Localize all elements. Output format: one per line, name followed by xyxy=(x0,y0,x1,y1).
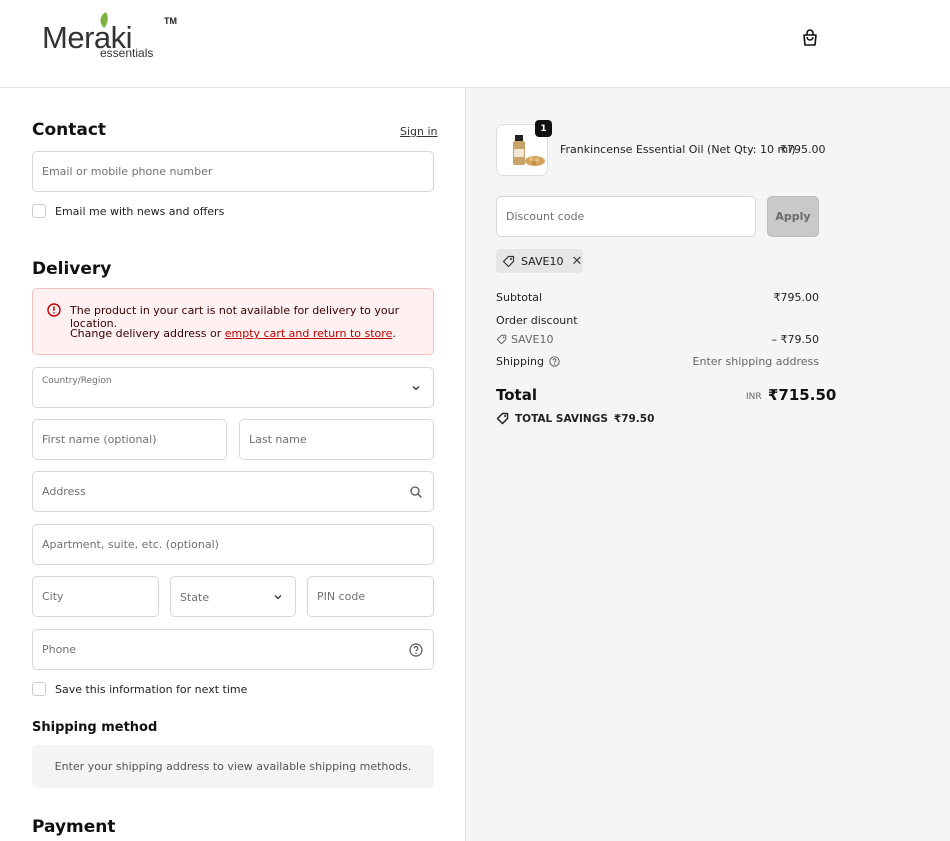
address-field[interactable] xyxy=(32,471,434,512)
apartment-input[interactable] xyxy=(33,525,433,564)
order-discount-label: Order discount xyxy=(496,314,578,327)
save-info-checkbox[interactable] xyxy=(32,682,46,696)
tag-icon xyxy=(496,412,509,425)
tag-icon xyxy=(502,255,515,267)
discount-code-row: SAVE10 xyxy=(496,333,553,346)
total-label: Total xyxy=(496,386,537,404)
applied-discount-code: SAVE10 xyxy=(521,254,564,268)
savings-label: TOTAL SAVINGS xyxy=(515,412,608,425)
discount-code-field[interactable] xyxy=(496,196,756,237)
phone-input[interactable] xyxy=(33,630,433,669)
shipping-row: Shipping xyxy=(496,355,560,368)
pin-code-field[interactable] xyxy=(307,576,434,617)
chevron-down-icon xyxy=(274,594,282,599)
shipping-value: Enter shipping address xyxy=(692,355,819,368)
remove-discount-icon[interactable]: ✕ xyxy=(571,254,582,269)
shopping-bag-icon[interactable] xyxy=(800,28,820,48)
city-field[interactable] xyxy=(32,576,159,617)
subtotal-value: ₹795.00 xyxy=(773,291,820,304)
total-value: ₹715.50 xyxy=(768,386,837,404)
applied-discount-chip: SAVE10 ✕ xyxy=(496,249,583,273)
shipping-method-heading: Shipping method xyxy=(32,720,158,735)
shipping-method-message: Enter your shipping address to view avai… xyxy=(54,760,412,773)
apartment-field[interactable] xyxy=(32,524,434,565)
search-icon xyxy=(410,485,422,498)
state-select[interactable]: State xyxy=(170,576,296,617)
chevron-down-icon xyxy=(412,385,420,390)
contact-heading: Contact xyxy=(32,120,107,140)
quantity-badge: 1 xyxy=(535,120,552,137)
shipping-method-placeholder: Enter your shipping address to view avai… xyxy=(32,745,434,788)
savings-value: ₹79.50 xyxy=(613,412,655,425)
help-icon[interactable] xyxy=(549,356,560,367)
email-input[interactable] xyxy=(33,152,433,191)
city-input[interactable] xyxy=(33,577,158,616)
logo-trademark: TM xyxy=(164,16,177,26)
shipping-label: Shipping xyxy=(496,355,544,368)
discount-code-label: SAVE10 xyxy=(511,333,554,346)
delivery-error-alert: The product in your cart is not availabl… xyxy=(32,288,434,355)
discount-code-input[interactable] xyxy=(497,197,755,236)
subtotal-label: Subtotal xyxy=(496,291,543,304)
alert-body: Change delivery address or empty cart an… xyxy=(70,327,396,340)
last-name-field[interactable] xyxy=(239,419,434,460)
total-savings: TOTAL SAVINGS ₹79.50 xyxy=(496,412,654,425)
first-name-input[interactable] xyxy=(33,420,226,459)
news-opt-in[interactable]: Email me with news and offers xyxy=(32,204,224,218)
pin-code-input[interactable] xyxy=(308,577,433,616)
first-name-field[interactable] xyxy=(32,419,227,460)
brand-logo[interactable]: Meraki TM essentials xyxy=(42,12,182,64)
error-icon xyxy=(47,303,61,317)
news-label: Email me with news and offers xyxy=(55,204,225,218)
save-info-label: Save this information for next time xyxy=(55,682,248,696)
alert-body-text: Change delivery address or xyxy=(70,327,225,340)
delivery-heading: Delivery xyxy=(32,259,112,279)
help-icon[interactable] xyxy=(409,642,423,657)
sign-in-link[interactable]: Sign in xyxy=(400,125,438,138)
product-price: ₹795.00 xyxy=(780,143,826,156)
news-checkbox[interactable] xyxy=(32,204,46,218)
total-currency: INR xyxy=(746,392,762,402)
country-select[interactable]: Country/Region xyxy=(32,367,434,408)
empty-cart-link[interactable]: empty cart and return to store xyxy=(225,327,393,340)
phone-field[interactable] xyxy=(32,629,434,670)
apply-discount-button[interactable]: Apply xyxy=(767,196,819,237)
last-name-input[interactable] xyxy=(240,420,433,459)
product-name: Frankincense Essential Oil (Net Qty: 10 … xyxy=(560,143,796,156)
discount-value: – ₹79.50 xyxy=(771,333,820,346)
tag-icon xyxy=(496,334,507,345)
header: Meraki TM essentials xyxy=(0,0,950,88)
alert-body-end: . xyxy=(392,327,396,340)
save-info-opt-in[interactable]: Save this information for next time xyxy=(32,682,247,696)
email-field[interactable] xyxy=(32,151,434,192)
logo-tagline: essentials xyxy=(100,46,154,60)
state-value: State xyxy=(180,591,210,604)
payment-heading: Payment xyxy=(32,817,116,837)
country-label: Country/Region xyxy=(42,376,112,386)
address-input[interactable] xyxy=(33,472,433,511)
